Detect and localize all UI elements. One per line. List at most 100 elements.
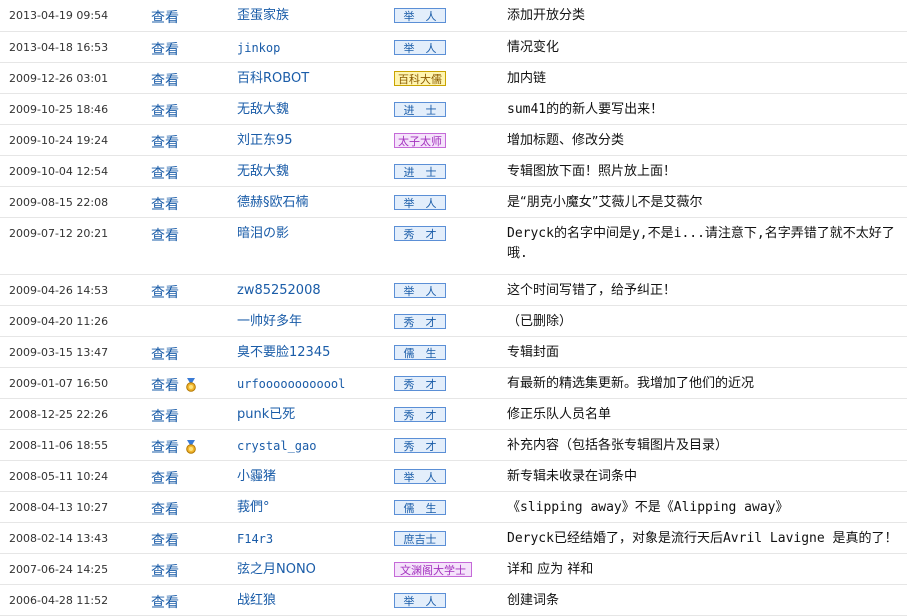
- edit-reason: Deryck的名字中间是y,不是i...请注意下,名字弄错了就不太好了哦.: [507, 217, 907, 275]
- rank-badge: 儒 生: [394, 499, 446, 515]
- edit-reason: 新专辑未收录在词条中: [507, 460, 907, 492]
- view-link[interactable]: 查看: [151, 595, 179, 611]
- view-link[interactable]: 查看: [151, 533, 179, 549]
- user-link[interactable]: 百科ROBOT: [237, 71, 309, 86]
- rank-badge: 举 人: [394, 194, 446, 210]
- user-link[interactable]: 一帅好多年: [237, 314, 302, 329]
- view-link[interactable]: 查看: [151, 228, 179, 244]
- edit-time: 2006-04-28 11:52: [0, 584, 151, 616]
- table-row: 2009-10-25 18:46 查看 无敌大魏 进 士 sum41的的新人要写…: [0, 93, 907, 125]
- edit-time: 2009-10-24 19:24: [0, 124, 151, 156]
- table-row: 2006-04-28 11:52 查看 战红狼 举 人 创建词条: [0, 584, 907, 616]
- table-row: 2008-05-11 10:24 查看 小霾猪 举 人 新专辑未收录在词条中: [0, 460, 907, 492]
- user-link[interactable]: 歪蛋家族: [237, 8, 289, 23]
- table-row: 2009-01-07 16:50 查看 urfoooooooooool 秀 才 …: [0, 367, 907, 399]
- edit-time: 2009-08-15 22:08: [0, 186, 151, 218]
- edit-time: 2008-11-06 18:55: [0, 429, 151, 461]
- edit-time: 2009-01-07 16:50: [0, 367, 151, 399]
- table-row: 2008-02-14 13:43 查看 F14r3 庶吉士 Deryck已经结婚…: [0, 522, 907, 554]
- user-link[interactable]: 刘正东95: [237, 133, 293, 148]
- view-link[interactable]: 查看: [151, 166, 179, 182]
- view-link[interactable]: 查看: [151, 347, 179, 363]
- edit-reason: 创建词条: [507, 584, 907, 616]
- view-link[interactable]: 查看: [151, 502, 179, 518]
- table-row: 2013-04-18 16:53 查看 jinkop 举 人 情况变化: [0, 31, 907, 63]
- table-row: 2013-04-19 09:54 查看 歪蛋家族 举 人 添加开放分类: [0, 0, 907, 32]
- table-row: 2009-10-24 19:24 查看 刘正东95 太子太师 增加标题、修改分类: [0, 124, 907, 156]
- user-link[interactable]: crystal_gao: [237, 439, 316, 453]
- user-link[interactable]: 弦之月NONO: [237, 562, 316, 577]
- table-row: 2009-04-26 14:53 查看 zw85252008 举 人 这个时间写…: [0, 274, 907, 306]
- user-link[interactable]: 德赫§欧石楠: [237, 195, 309, 210]
- edit-time: 2008-02-14 13:43: [0, 522, 151, 554]
- edit-reason: 有最新的精选集更新。我增加了他们的近况: [507, 367, 907, 399]
- edit-reason: 详和 应为 祥和: [507, 553, 907, 585]
- rank-badge: 秀 才: [394, 313, 446, 329]
- view-link[interactable]: 查看: [151, 285, 179, 301]
- view-link[interactable]: 查看: [151, 564, 179, 580]
- rank-badge: 秀 才: [394, 437, 446, 453]
- rank-badge: 太子太师: [394, 132, 446, 148]
- edit-time: 2009-07-12 20:21: [0, 217, 151, 275]
- table-row: 2007-06-24 14:25 查看 弦之月NONO 文渊阁大学士 详和 应为…: [0, 553, 907, 585]
- edit-reason: Deryck已经结婚了，对象是流行天后Avril Lavigne 是真的了！: [507, 522, 907, 554]
- view-link[interactable]: 查看: [151, 10, 179, 26]
- rank-badge: 举 人: [394, 592, 446, 608]
- view-link[interactable]: 查看: [151, 135, 179, 151]
- edit-time: 2009-04-26 14:53: [0, 274, 151, 306]
- rank-badge: 百科大儒: [394, 70, 446, 86]
- edit-time: 2008-05-11 10:24: [0, 460, 151, 492]
- rank-badge: 进 士: [394, 163, 446, 179]
- rank-badge: 举 人: [394, 282, 446, 298]
- table-row: 2009-08-15 22:08 查看 德赫§欧石楠 举 人 是“朋克小魔女”艾…: [0, 186, 907, 218]
- edit-time: 2013-04-18 16:53: [0, 31, 151, 63]
- edit-reason: 修正乐队人员名单: [507, 398, 907, 430]
- edit-time: 2009-12-26 03:01: [0, 62, 151, 94]
- edit-history-table: 2013-04-19 09:54 查看 歪蛋家族 举 人 添加开放分类 2013…: [0, 0, 907, 616]
- edit-reason: sum41的的新人要写出来！: [507, 93, 907, 125]
- rank-badge: 举 人: [394, 39, 446, 55]
- view-link[interactable]: 查看: [151, 440, 179, 456]
- medal-icon: [185, 439, 197, 454]
- user-link[interactable]: zw85252008: [237, 283, 321, 298]
- user-link[interactable]: urfoooooooooool: [237, 377, 345, 391]
- user-link[interactable]: F14r3: [237, 532, 273, 546]
- rank-badge: 儒 生: [394, 344, 446, 360]
- edit-reason: 情况变化: [507, 31, 907, 63]
- user-link[interactable]: jinkop: [237, 41, 280, 55]
- view-link[interactable]: 查看: [151, 42, 179, 58]
- user-link[interactable]: 莪們°: [237, 500, 270, 515]
- edit-reason: 是“朋克小魔女”艾薇儿不是艾薇尔: [507, 186, 907, 218]
- user-link[interactable]: 小霾猪: [237, 469, 276, 484]
- user-link[interactable]: 臭不要脸12345: [237, 345, 330, 360]
- edit-time: 2009-10-04 12:54: [0, 155, 151, 187]
- view-link[interactable]: 查看: [151, 471, 179, 487]
- table-row: 2009-03-15 13:47 查看 臭不要脸12345 儒 生 专辑封面: [0, 336, 907, 368]
- edit-reason: 专辑图放下面！照片放上面！: [507, 155, 907, 187]
- view-link[interactable]: 查看: [151, 197, 179, 213]
- table-row: 2009-10-04 12:54 查看 无敌大魏 进 士 专辑图放下面！照片放上…: [0, 155, 907, 187]
- edit-reason: （已删除）: [507, 305, 907, 337]
- user-link[interactable]: 无敌大魏: [237, 164, 289, 179]
- user-link[interactable]: punk已死: [237, 407, 295, 422]
- table-row: 2009-07-12 20:21 查看 暗泪の影 秀 才 Deryck的名字中间…: [0, 217, 907, 275]
- table-row: 2008-04-13 10:27 查看 莪們° 儒 生 《slipping aw…: [0, 491, 907, 523]
- view-link[interactable]: 查看: [151, 378, 179, 394]
- table-row: 2008-12-25 22:26 查看 punk已死 秀 才 修正乐队人员名单: [0, 398, 907, 430]
- view-link[interactable]: 查看: [151, 409, 179, 425]
- edit-reason: 《slipping away》不是《Alipping away》: [507, 491, 907, 523]
- rank-badge: 进 士: [394, 101, 446, 117]
- edit-time: 2008-04-13 10:27: [0, 491, 151, 523]
- edit-time: 2008-12-25 22:26: [0, 398, 151, 430]
- edit-reason: 补充内容（包括各张专辑图片及目录）: [507, 429, 907, 461]
- user-link[interactable]: 无敌大魏: [237, 102, 289, 117]
- user-link[interactable]: 战红狼: [237, 593, 276, 608]
- view-link[interactable]: 查看: [151, 104, 179, 120]
- edit-reason: 专辑封面: [507, 336, 907, 368]
- edit-reason: 增加标题、修改分类: [507, 124, 907, 156]
- rank-badge: 秀 才: [394, 225, 446, 241]
- rank-badge: 秀 才: [394, 375, 446, 391]
- rank-badge: 文渊阁大学士: [394, 561, 472, 577]
- view-link[interactable]: 查看: [151, 73, 179, 89]
- user-link[interactable]: 暗泪の影: [237, 226, 289, 241]
